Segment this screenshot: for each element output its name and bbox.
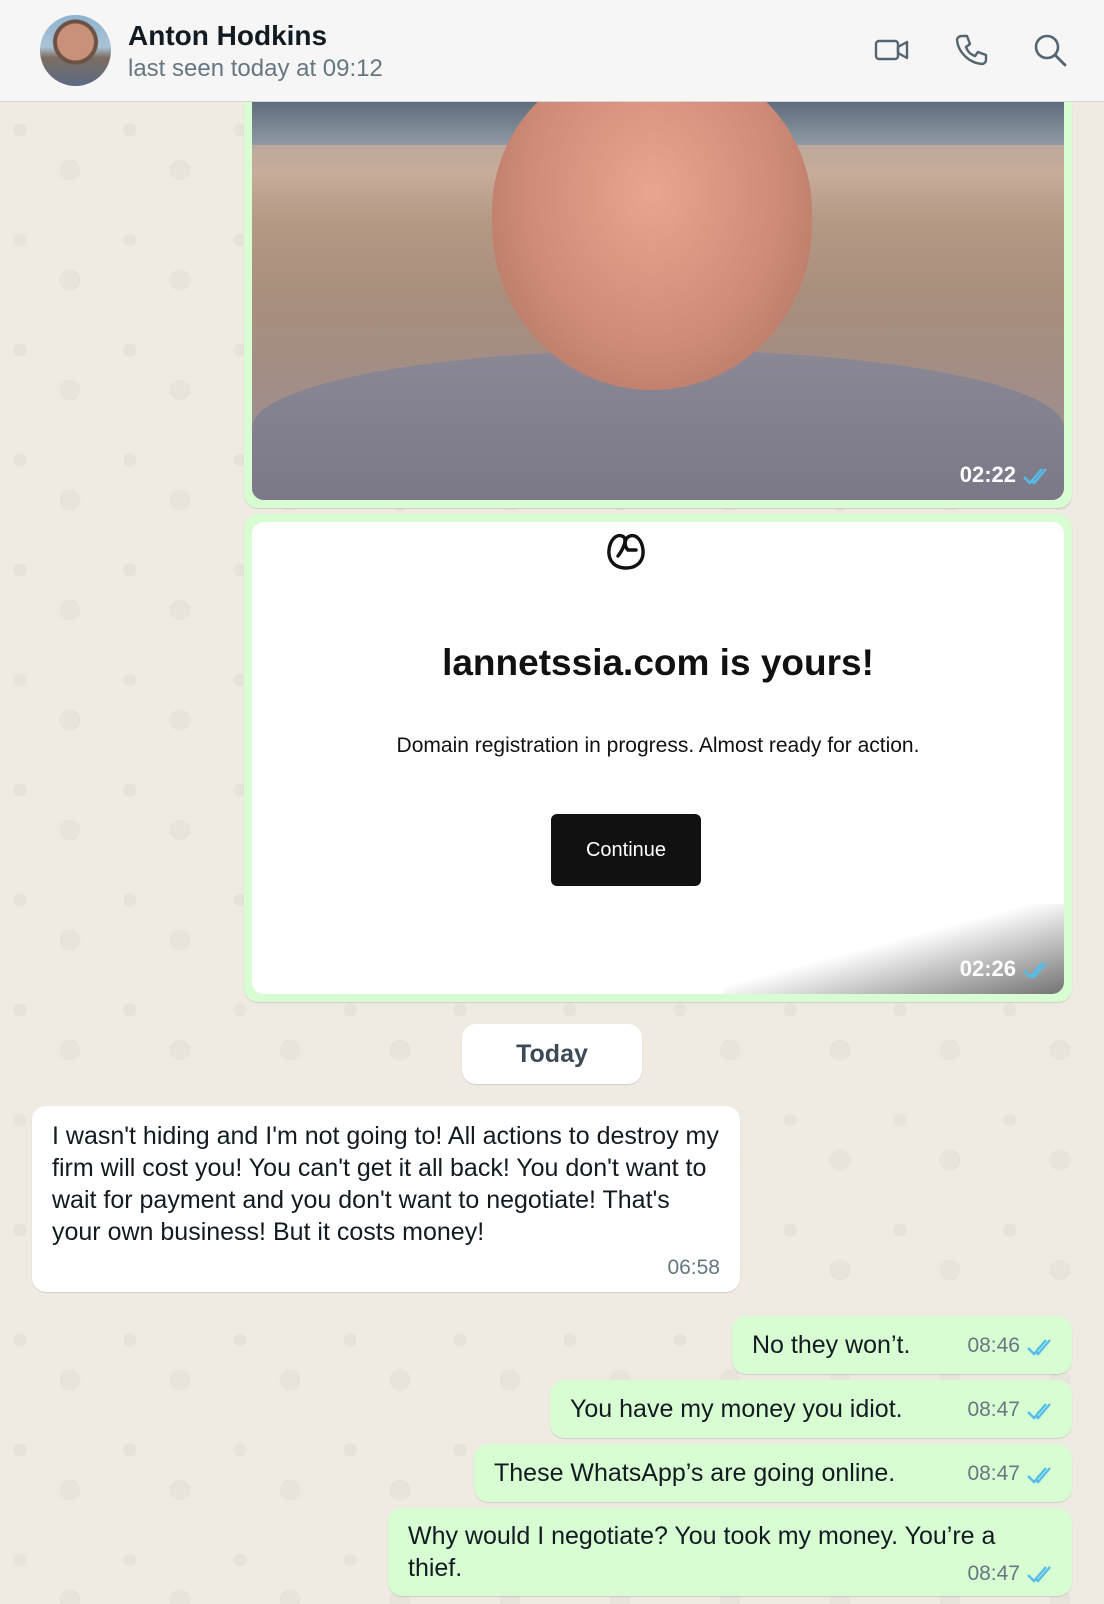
video-call-icon[interactable] (872, 30, 912, 70)
message-time: 08:46 (967, 1334, 1020, 1357)
contact-avatar[interactable] (40, 15, 111, 86)
contact-status: last seen today at 09:12 (128, 55, 383, 82)
message-time: 08:47 (967, 1462, 1020, 1485)
message-text: These WhatsApp’s are going online. (494, 1459, 896, 1487)
read-ticks-icon (1022, 466, 1052, 486)
message-time: 08:47 (967, 1398, 1020, 1421)
message-text: No they won’t. (752, 1331, 911, 1359)
read-ticks-icon (1026, 1564, 1056, 1584)
outgoing-message-bubble[interactable]: No they won’t. 08:46 (732, 1316, 1072, 1374)
continue-button: Continue (551, 814, 701, 886)
read-ticks-icon (1026, 1337, 1056, 1357)
date-divider: Today (462, 1024, 642, 1084)
message-time: 02:22 (959, 462, 1016, 487)
card-subtitle: Domain registration in progress. Almost … (396, 734, 920, 757)
photo-face (492, 100, 812, 390)
outgoing-message-bubble[interactable]: Why would I negotiate? You took my money… (388, 1508, 1072, 1596)
message-text: I wasn't hiding and I'm not going to! Al… (52, 1122, 719, 1246)
message-time: 06:58 (667, 1256, 720, 1279)
message-time: 02:26 (959, 956, 1016, 981)
photo-message-image[interactable]: 02:22 (252, 100, 1064, 500)
outgoing-message-bubble[interactable]: These WhatsApp’s are going online. 08:47 (474, 1444, 1072, 1502)
read-ticks-icon (1026, 1401, 1056, 1421)
message-text: Why would I negotiate? You took my money… (408, 1522, 996, 1582)
message-text: You have my money you idiot. (570, 1395, 903, 1423)
godaddy-logo-icon (602, 526, 650, 574)
search-icon[interactable] (1030, 30, 1070, 70)
outgoing-message-bubble[interactable]: You have my money you idiot. 08:47 (550, 1380, 1072, 1438)
chat-header: Anton Hodkins last seen today at 09:12 (0, 0, 1104, 102)
phone-icon[interactable] (951, 30, 991, 70)
incoming-message-bubble[interactable]: I wasn't hiding and I'm not going to! Al… (32, 1106, 740, 1292)
contact-name[interactable]: Anton Hodkins (128, 20, 327, 52)
screenshot-message-image[interactable]: lannetssia.com is yours! Domain registra… (252, 522, 1064, 994)
card-title: lannetssia.com is yours! (442, 642, 874, 683)
read-ticks-icon (1026, 1465, 1056, 1485)
read-ticks-icon (1022, 960, 1052, 980)
message-time: 08:47 (967, 1562, 1020, 1585)
